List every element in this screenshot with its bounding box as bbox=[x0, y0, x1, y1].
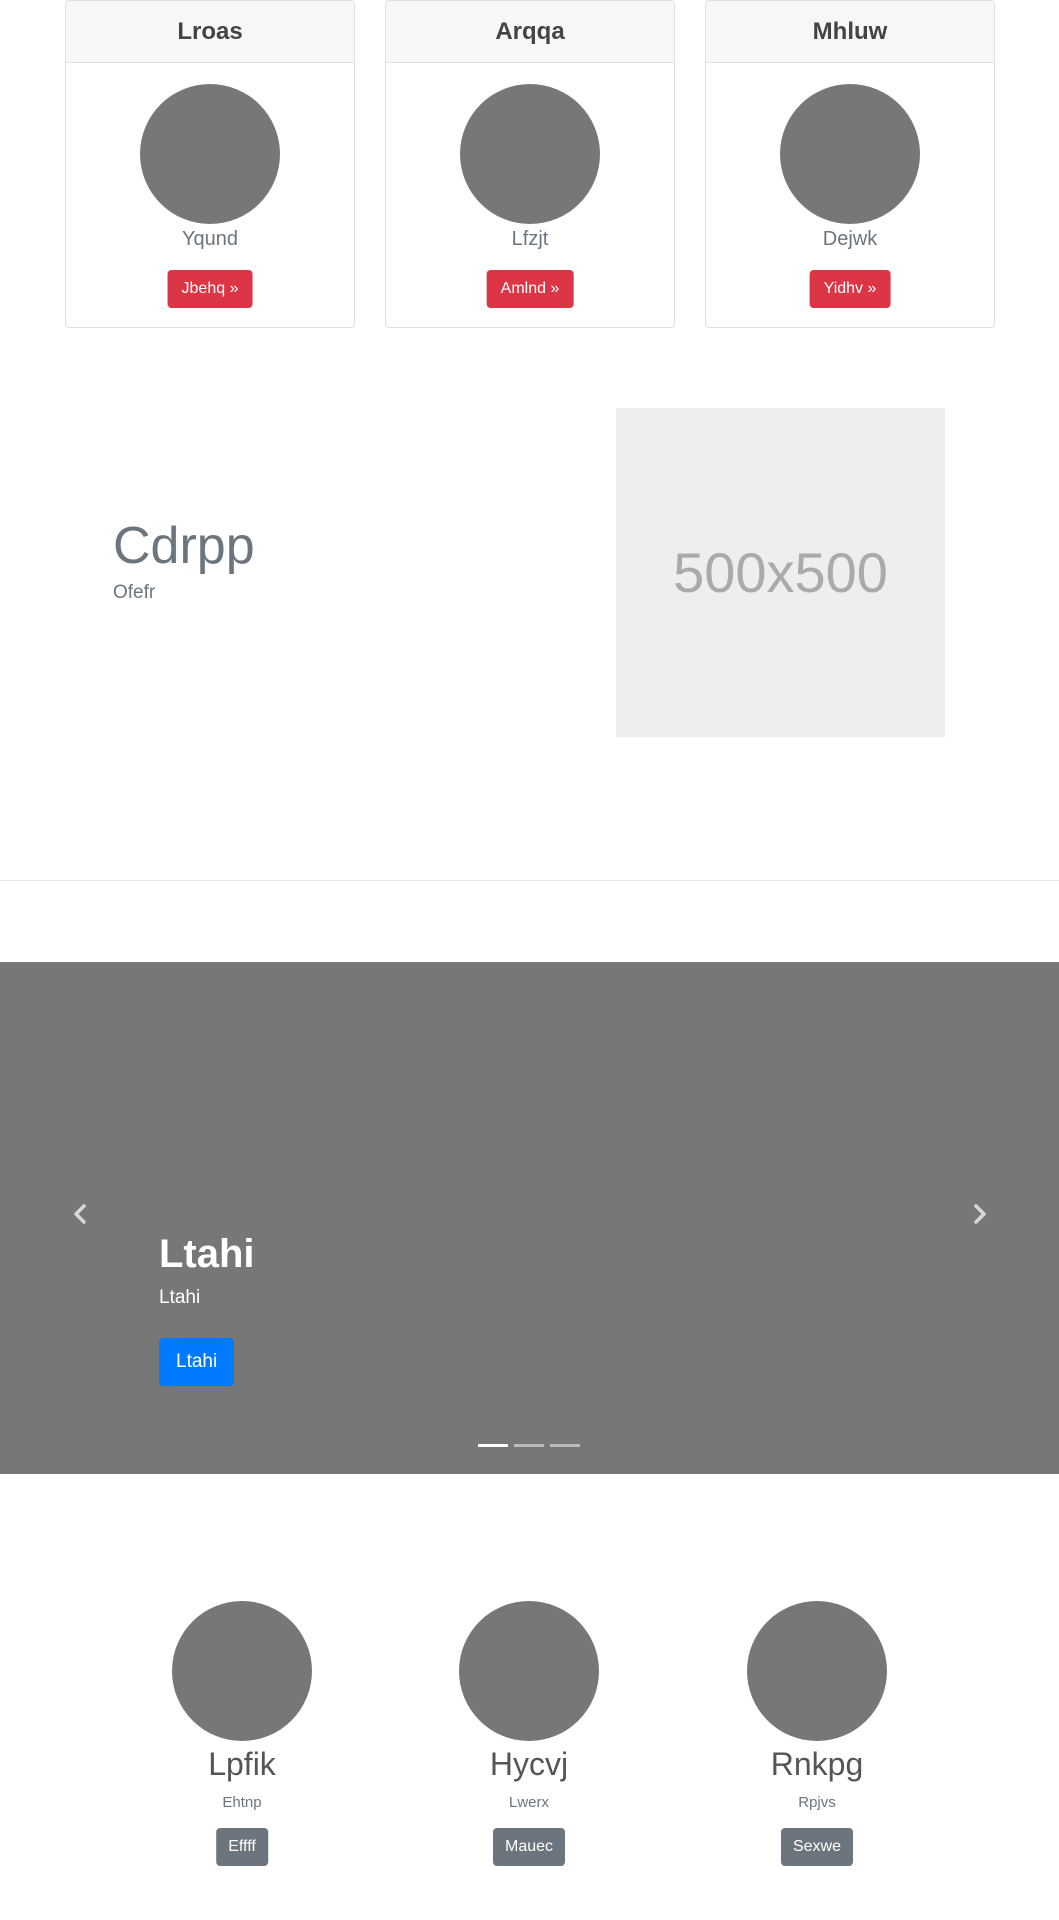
carousel-title: Ltahi bbox=[159, 1232, 255, 1276]
carousel: Ltahi Ltahi Ltahi bbox=[0, 962, 1059, 1474]
chevron-right-icon bbox=[974, 1204, 986, 1224]
card-title: Arqqa bbox=[386, 1, 674, 63]
card-title: Lroas bbox=[66, 1, 354, 63]
carousel-indicators bbox=[478, 1444, 580, 1447]
carousel-next-button[interactable] bbox=[960, 1194, 1000, 1234]
card-body: Lfzjt Amlnd » bbox=[386, 63, 674, 327]
card-subtitle: Dejwk bbox=[822, 228, 878, 250]
carousel-prev-button[interactable] bbox=[60, 1194, 100, 1234]
card-action-button[interactable]: Yidhv » bbox=[809, 270, 891, 308]
team-subtitle: Rpjvs bbox=[798, 1794, 836, 1811]
team-member-1: Lpfik Ehtnp Effff bbox=[132, 1601, 352, 1871]
section-divider bbox=[0, 880, 1059, 881]
placeholder-image: 500x500 bbox=[616, 408, 945, 737]
feature-subheading: Ofefr bbox=[113, 582, 156, 603]
team-action-button[interactable]: Sexwe bbox=[780, 1828, 854, 1866]
card-2: Arqqa Lfzjt Amlnd » bbox=[385, 0, 675, 328]
card-action-button[interactable]: Amlnd » bbox=[486, 270, 574, 308]
team-avatar-placeholder bbox=[747, 1601, 887, 1741]
feature-heading: Cdrpp bbox=[113, 517, 255, 575]
chevron-left-icon bbox=[74, 1204, 86, 1224]
card-body: Dejwk Yidhv » bbox=[706, 63, 994, 327]
team-action-button[interactable]: Effff bbox=[216, 1828, 268, 1866]
team-subtitle: Ehtnp bbox=[222, 1794, 262, 1811]
carousel-caption: Ltahi Ltahi bbox=[159, 1232, 255, 1309]
team-member-2: Hycvj Lwerx Mauec bbox=[419, 1601, 639, 1871]
card-subtitle: Lfzjt bbox=[511, 228, 549, 250]
card-3: Mhluw Dejwk Yidhv » bbox=[705, 0, 995, 328]
card-avatar-placeholder bbox=[780, 84, 920, 224]
carousel-cta-button[interactable]: Ltahi bbox=[159, 1338, 235, 1386]
card-avatar-placeholder bbox=[460, 84, 600, 224]
card-body: Yqund Jbehq » bbox=[66, 63, 354, 327]
carousel-indicator[interactable] bbox=[478, 1444, 508, 1447]
team-name: Lpfik bbox=[208, 1746, 276, 1782]
placeholder-size-label: 500x500 bbox=[673, 541, 888, 604]
card-title: Mhluw bbox=[706, 1, 994, 63]
team-member-3: Rnkpg Rpjvs Sexwe bbox=[707, 1601, 927, 1871]
card-action-button[interactable]: Jbehq » bbox=[167, 270, 253, 308]
team-subtitle: Lwerx bbox=[508, 1794, 549, 1811]
team-name: Rnkpg bbox=[770, 1746, 864, 1782]
carousel-indicator[interactable] bbox=[514, 1444, 544, 1447]
card-avatar-placeholder bbox=[140, 84, 280, 224]
carousel-indicator[interactable] bbox=[550, 1444, 580, 1447]
carousel-text: Ltahi bbox=[159, 1287, 201, 1308]
card-subtitle: Yqund bbox=[182, 228, 238, 250]
team-name: Hycvj bbox=[489, 1746, 569, 1782]
team-avatar-placeholder bbox=[172, 1601, 312, 1741]
card-1: Lroas Yqund Jbehq » bbox=[65, 0, 355, 328]
team-avatar-placeholder bbox=[459, 1601, 599, 1741]
card-row: Lroas Yqund Jbehq » Arqqa Lfzjt Amlnd » … bbox=[65, 0, 995, 328]
team-action-button[interactable]: Mauec bbox=[492, 1828, 566, 1866]
